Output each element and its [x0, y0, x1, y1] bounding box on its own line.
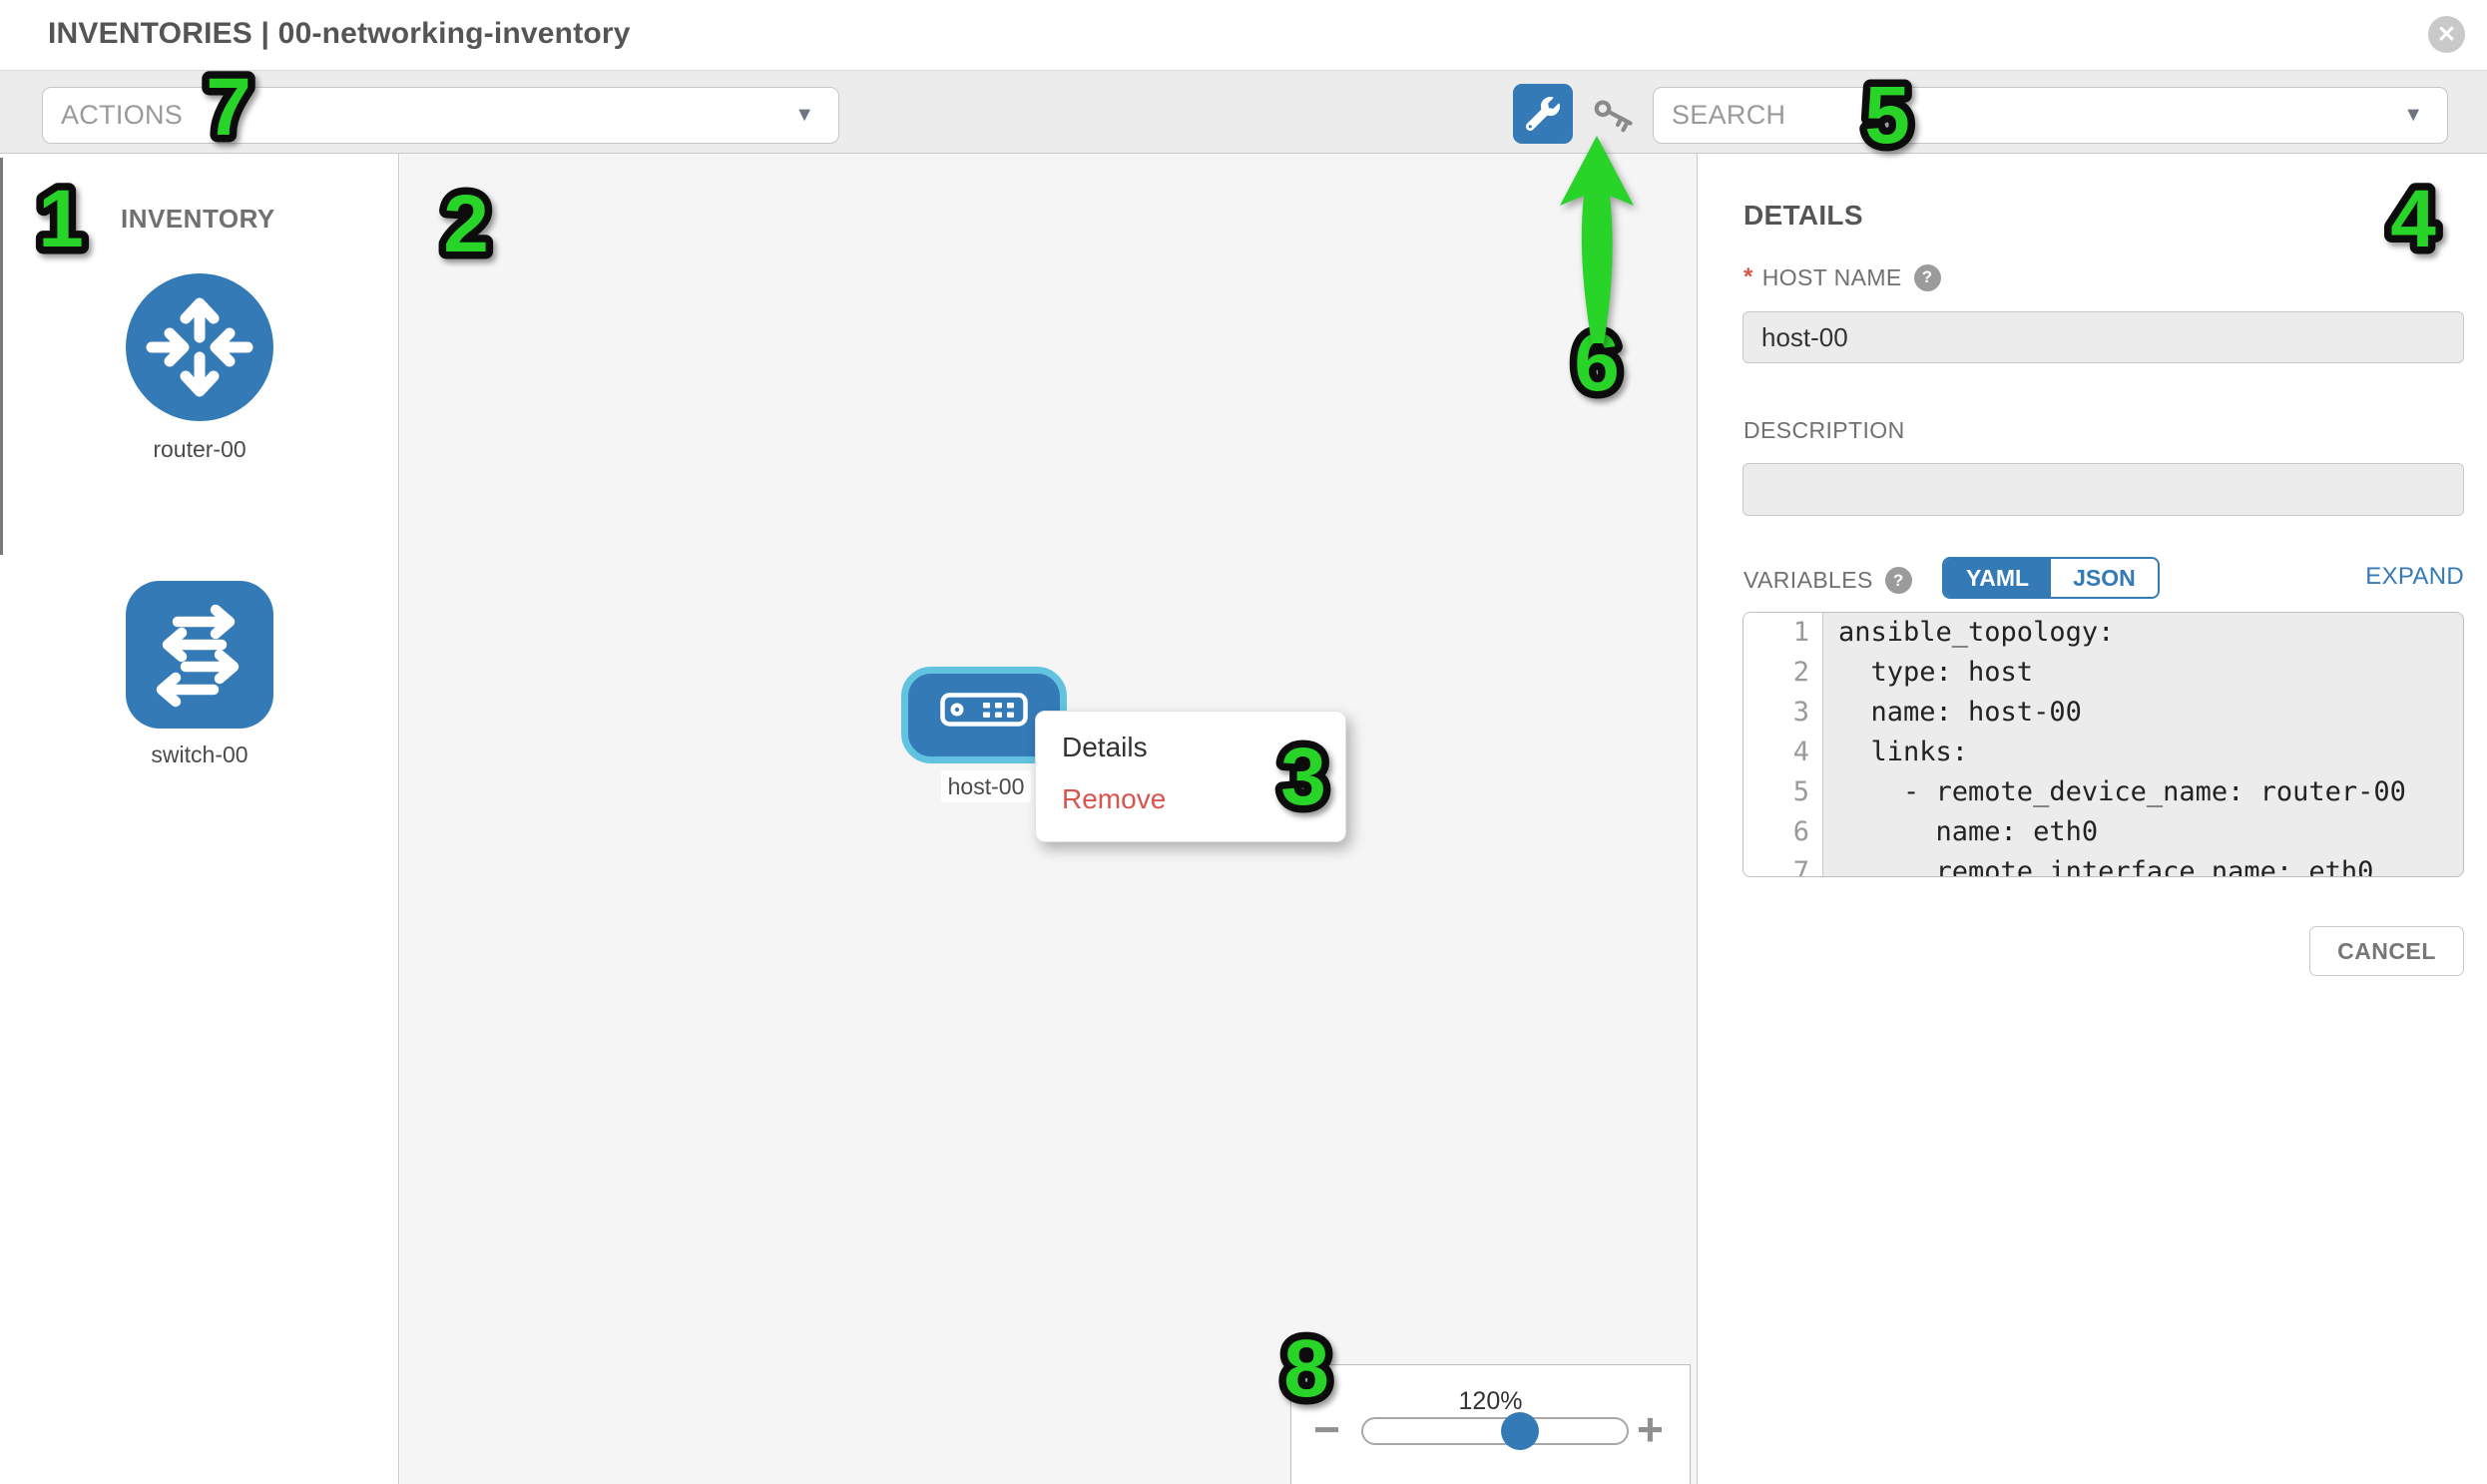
details-panel: DETAILS * HOST NAME ? DESCRIPTION VARIAB…	[1699, 154, 2487, 1484]
tab-yaml[interactable]: YAML	[1944, 559, 2051, 597]
inventory-topology-app: INVENTORIES | 00-networking-inventory ✕ …	[0, 0, 2487, 1484]
palette-item-label: router-00	[0, 436, 399, 463]
palette-item-router[interactable]: router-00	[0, 271, 399, 463]
code-line: 1 ansible_topology:	[1743, 613, 2463, 653]
zoom-level-readout: 120%	[1291, 1387, 1690, 1416]
zoom-slider-track[interactable]	[1361, 1417, 1629, 1445]
variables-format-toggle: YAML JSON	[1942, 557, 2160, 599]
page-title: INVENTORIES | 00-networking-inventory	[48, 17, 631, 51]
expand-link[interactable]: EXPAND	[2365, 563, 2464, 591]
code-line: 5 - remote_device_name: router-00	[1743, 772, 2463, 812]
close-icon: ✕	[2437, 21, 2456, 48]
sidebar-title: INVENTORY	[121, 204, 275, 235]
router-icon	[124, 271, 275, 428]
host-icon	[940, 693, 1028, 727]
description-input[interactable]	[1742, 463, 2464, 516]
wrench-icon	[1526, 97, 1560, 131]
page-header: INVENTORIES | 00-networking-inventory ✕	[0, 0, 2487, 70]
palette-item-label: switch-00	[0, 742, 399, 768]
zoom-control-panel: 120% − +	[1290, 1364, 1691, 1484]
code-line: 6 name: eth0	[1743, 812, 2463, 852]
host-name-label: HOST NAME	[1762, 264, 1902, 291]
host-name-label-row: * HOST NAME ?	[1743, 263, 1941, 291]
search-dropdown-label: SEARCH	[1672, 100, 1785, 131]
details-panel-title: DETAILS	[1743, 200, 1863, 232]
actions-dropdown-label: ACTIONS	[61, 100, 183, 131]
context-menu-item-remove[interactable]: Remove	[1036, 773, 1345, 825]
tab-json[interactable]: JSON	[2051, 559, 2158, 597]
code-line: 2 type: host	[1743, 653, 2463, 693]
switch-icon	[126, 581, 273, 734]
code-line: 7 remote_interface_name: eth0	[1743, 852, 2463, 877]
help-icon[interactable]: ?	[1885, 567, 1912, 594]
description-label: DESCRIPTION	[1743, 417, 1905, 444]
description-label-row: DESCRIPTION	[1743, 417, 1905, 444]
variables-label-row: VARIABLES ?	[1743, 567, 1912, 594]
toolbar: ACTIONS ▼ SEARCH ▼	[0, 70, 2487, 154]
topology-canvas[interactable]: host-00 Details Remove 120% − +	[400, 154, 1698, 1484]
key-icon	[1589, 92, 1639, 142]
zoom-out-button[interactable]: −	[1313, 1405, 1340, 1453]
variables-code-editor[interactable]: 1 ansible_topology: 2 type: host 3 name:…	[1742, 612, 2464, 877]
host-name-input[interactable]	[1742, 311, 2464, 363]
cancel-button[interactable]: CANCEL	[2309, 926, 2464, 976]
search-dropdown[interactable]: SEARCH ▼	[1653, 87, 2448, 144]
actions-dropdown[interactable]: ACTIONS ▼	[42, 87, 839, 144]
code-line: 3 name: host-00	[1743, 693, 2463, 733]
inventory-sidebar: INVENTORY router-00	[0, 154, 399, 1484]
key-credential-button[interactable]	[1589, 92, 1639, 142]
variables-label: VARIABLES	[1743, 567, 1873, 594]
required-asterisk: *	[1743, 263, 1753, 291]
zoom-slider-thumb[interactable]	[1501, 1412, 1539, 1450]
chevron-down-icon: ▼	[2403, 104, 2423, 127]
context-menu: Details Remove	[1035, 711, 1346, 842]
palette-item-switch[interactable]: switch-00	[0, 581, 399, 768]
context-menu-item-details[interactable]: Details	[1036, 722, 1345, 773]
zoom-in-button[interactable]: +	[1637, 1405, 1664, 1453]
chevron-down-icon: ▼	[794, 104, 814, 127]
code-line: 4 links:	[1743, 733, 2463, 772]
configure-button[interactable]	[1513, 84, 1573, 144]
close-button[interactable]: ✕	[2428, 16, 2465, 53]
help-icon[interactable]: ?	[1914, 264, 1941, 291]
host-node-label: host-00	[941, 770, 1031, 802]
